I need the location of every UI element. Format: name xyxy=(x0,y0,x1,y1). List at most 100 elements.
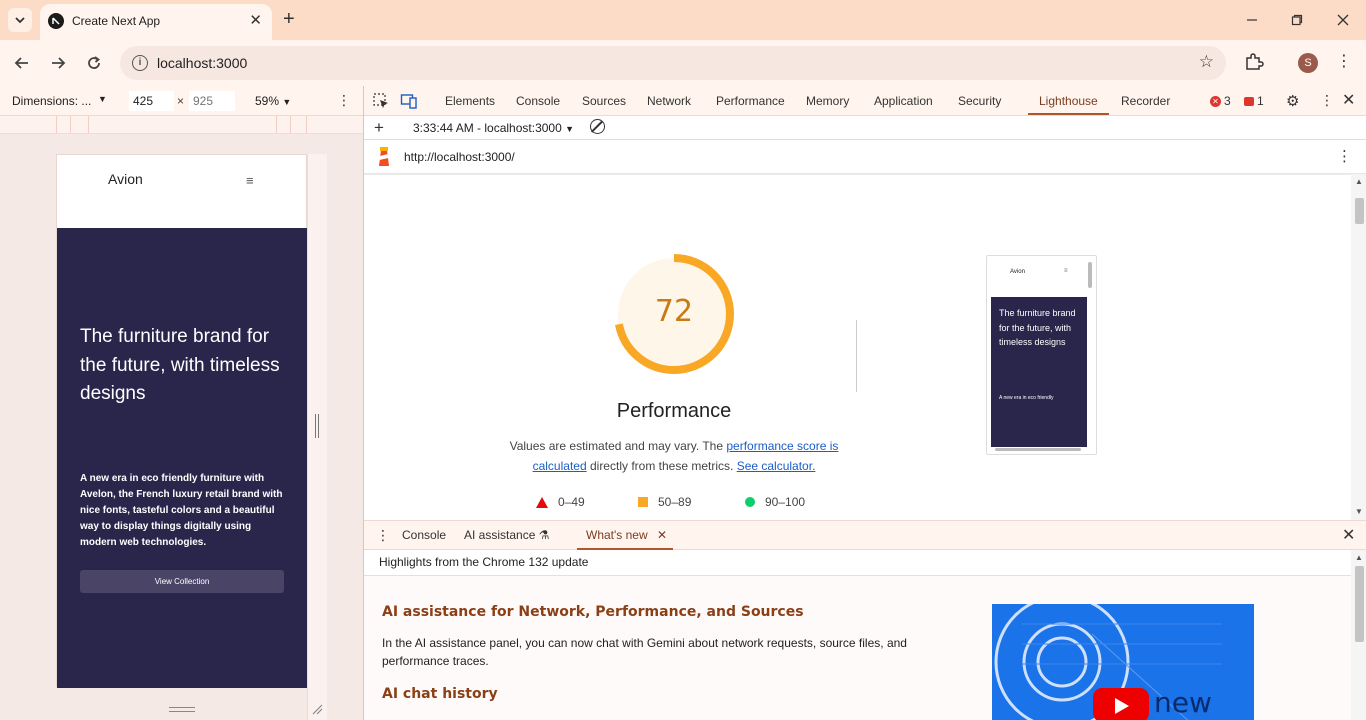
device-toggle-icon[interactable] xyxy=(400,92,418,110)
address-bar-url[interactable]: localhost:3000 xyxy=(157,55,247,71)
scrollbar-thumb[interactable] xyxy=(1355,198,1364,224)
legend-pass: 90–100 xyxy=(745,495,805,509)
restore-button[interactable] xyxy=(1285,8,1309,32)
scroll-up-icon[interactable]: ▲ xyxy=(1355,553,1363,562)
device-toolbar: Dimensions: ... ▼ × 59% ▼ ⋮ xyxy=(0,86,363,116)
report-select[interactable]: 3:33:44 AM - localhost:3000 ▼ xyxy=(413,121,574,135)
tab-memory[interactable]: Memory xyxy=(806,94,849,108)
legend-fail-range: 0–49 xyxy=(558,495,585,509)
view-collection-button[interactable]: View Collection xyxy=(80,570,284,593)
warning-count-badge[interactable]: 1 xyxy=(1244,94,1264,108)
resize-corner-icon[interactable] xyxy=(311,703,323,715)
hero-heading: The furniture brand for the future, with… xyxy=(80,326,280,404)
average-square-icon xyxy=(638,497,648,507)
close-drawer-icon[interactable]: ✕ xyxy=(1342,525,1355,545)
tab-title: Create Next App xyxy=(72,14,161,28)
dropdown-arrow-icon: ▼ xyxy=(282,97,292,107)
drawer-tab-whats-new[interactable]: What's new ✕ xyxy=(586,528,667,542)
whats-new-header: Highlights from the Chrome 132 update xyxy=(364,550,1351,576)
nextjs-favicon-icon xyxy=(48,13,64,29)
drawer-tab-ai-assistance[interactable]: AI assistance ⚗ xyxy=(464,528,549,542)
resize-handle-right[interactable] xyxy=(315,414,319,438)
screenshot-menu-icon: ≡ xyxy=(1064,268,1068,274)
new-report-icon[interactable]: + xyxy=(374,118,384,138)
forward-button[interactable] xyxy=(46,52,70,74)
arrow-right-icon xyxy=(52,57,66,69)
flask-icon: ⚗ xyxy=(538,528,550,542)
site-info-icon[interactable]: i xyxy=(132,55,148,71)
clear-reports-icon[interactable] xyxy=(590,119,605,134)
report-scrollbar[interactable]: ▲ ▼ xyxy=(1351,174,1366,520)
report-menu-icon[interactable]: ⋮ xyxy=(1337,147,1352,165)
legend-fail: 0–49 xyxy=(536,495,585,509)
dimensions-select[interactable]: Dimensions: ... xyxy=(12,94,91,108)
devtools-menu-icon[interactable]: ⋮ xyxy=(1320,92,1334,109)
drawer-tab-console[interactable]: Console xyxy=(402,528,446,542)
pass-circle-icon xyxy=(745,497,755,507)
site-brand[interactable]: Avion xyxy=(108,171,143,187)
report-url: http://localhost:3000/ xyxy=(404,150,515,164)
error-count-badge[interactable]: ✕ 3 xyxy=(1210,94,1231,108)
bookmark-star-icon[interactable]: ☆ xyxy=(1199,52,1214,72)
minimize-button[interactable] xyxy=(1240,8,1264,32)
new-tab-button[interactable]: + xyxy=(283,8,295,30)
drawer-tab-whats-new-label: What's new xyxy=(586,528,648,542)
video-thumbnail-word: new xyxy=(1154,686,1212,719)
settings-gear-icon[interactable]: ⚙ xyxy=(1286,92,1299,110)
address-bar[interactable]: i localhost:3000 ☆ xyxy=(120,46,1226,80)
close-tab-icon[interactable]: ✕ xyxy=(657,528,667,542)
lighthouse-toolbar: + 3:33:44 AM - localhost:3000 ▼ xyxy=(364,116,1366,140)
ruler-tick xyxy=(306,116,307,133)
ai-chat-history-heading: AI chat history xyxy=(382,686,498,702)
tab-search-button[interactable] xyxy=(8,8,32,32)
see-calculator-link[interactable]: See calculator. xyxy=(737,459,816,473)
note-middle: directly from these metrics. xyxy=(586,459,737,473)
note-prefix: Values are estimated and may vary. The xyxy=(509,439,727,453)
width-input[interactable] xyxy=(129,91,174,111)
tab-network[interactable]: Network xyxy=(647,94,691,108)
legend-pass-range: 90–100 xyxy=(765,495,806,509)
height-input[interactable] xyxy=(189,91,235,111)
tab-lighthouse[interactable]: Lighthouse xyxy=(1039,94,1098,108)
browser-menu-icon[interactable]: ⋮ xyxy=(1336,52,1352,72)
tab-security[interactable]: Security xyxy=(958,94,1001,108)
extensions-puzzle-icon[interactable] xyxy=(1244,52,1264,72)
hamburger-menu-icon[interactable]: ≡ xyxy=(246,173,254,188)
close-window-button[interactable] xyxy=(1331,8,1355,32)
close-devtools-icon[interactable]: ✕ xyxy=(1342,90,1355,110)
title-bar: Create Next App ✕ + xyxy=(0,0,1366,40)
resize-handle-bottom[interactable] xyxy=(169,707,195,712)
zoom-select[interactable]: 59% ▼ xyxy=(255,94,291,108)
drawer-menu-icon[interactable]: ⋮ xyxy=(376,527,390,544)
lighthouse-report: 72 Performance Values are estimated and … xyxy=(364,174,1351,520)
scroll-down-icon[interactable]: ▼ xyxy=(1355,507,1363,516)
tab-sources[interactable]: Sources xyxy=(582,94,626,108)
error-count: 3 xyxy=(1224,94,1231,108)
tab-elements[interactable]: Elements xyxy=(445,94,495,108)
whats-new-scrollbar[interactable]: ▲ xyxy=(1351,550,1366,720)
tab-recorder[interactable]: Recorder xyxy=(1121,94,1170,108)
zoom-value: 59% xyxy=(255,94,280,108)
dropdown-arrow-icon[interactable]: ▼ xyxy=(98,94,107,104)
tab-console[interactable]: Console xyxy=(516,94,560,108)
report-divider xyxy=(856,320,857,392)
screenshot-scrollbar xyxy=(1088,262,1092,288)
back-button[interactable] xyxy=(10,52,34,74)
scrollbar-thumb[interactable] xyxy=(1355,566,1364,642)
browser-tab[interactable]: Create Next App ✕ xyxy=(40,4,272,40)
tab-application[interactable]: Application xyxy=(874,94,933,108)
profile-avatar[interactable]: S xyxy=(1298,53,1318,73)
ruler-tick xyxy=(290,116,291,133)
tab-close-icon[interactable]: ✕ xyxy=(249,11,262,29)
legend-average: 50–89 xyxy=(638,495,691,509)
error-icon: ✕ xyxy=(1210,95,1221,107)
scroll-up-icon[interactable]: ▲ xyxy=(1355,177,1363,186)
final-screenshot[interactable]: Avion ≡ The furniture brand for the futu… xyxy=(986,255,1097,455)
device-toolbar-more-icon[interactable]: ⋮ xyxy=(337,92,351,109)
reload-button[interactable] xyxy=(82,52,106,74)
youtube-play-icon[interactable] xyxy=(1093,688,1149,720)
arrow-left-icon xyxy=(14,57,28,69)
inspect-element-icon[interactable] xyxy=(372,92,390,110)
whats-new-video-thumbnail[interactable]: new xyxy=(992,604,1254,720)
tab-performance[interactable]: Performance xyxy=(716,94,785,108)
